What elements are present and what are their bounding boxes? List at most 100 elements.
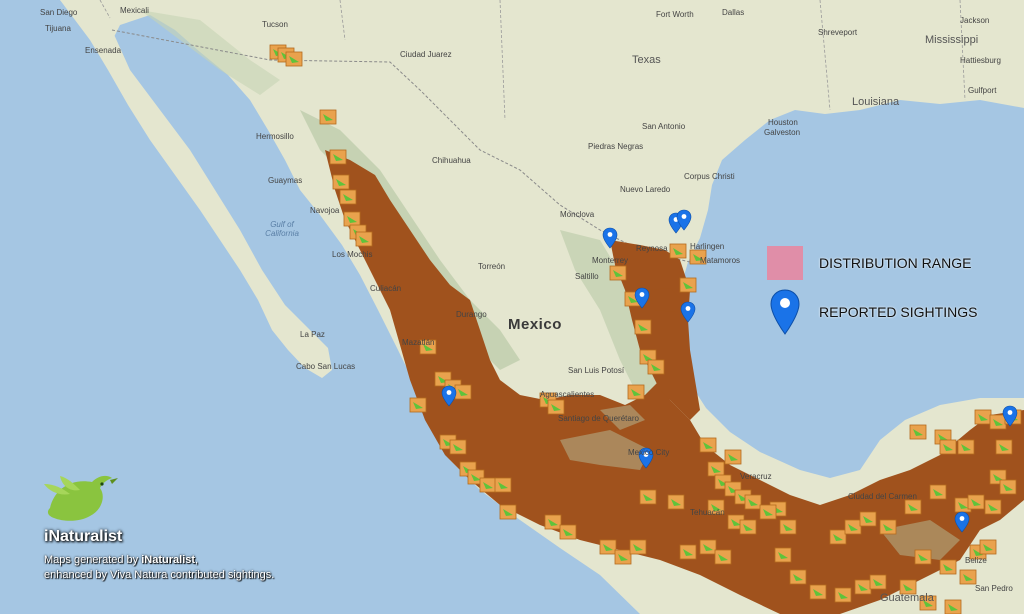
credit-brand: iNaturalist	[141, 554, 196, 566]
observation-marker[interactable]	[774, 547, 792, 563]
observation-marker[interactable]	[559, 524, 577, 540]
label-durango: Durango	[456, 310, 487, 319]
label-san-luis-potosi: San Luis Potosí	[568, 366, 625, 375]
map-legend: DISTRIBUTION RANGE REPORTED SIGHTINGS	[767, 246, 1017, 344]
observation-marker[interactable]	[667, 494, 685, 510]
observation-marker[interactable]	[739, 519, 757, 535]
label-ciudad-juarez: Ciudad Juarez	[400, 50, 452, 59]
label-gulfport: Gulfport	[968, 86, 997, 95]
observation-marker[interactable]	[929, 484, 947, 500]
observation-marker[interactable]	[779, 519, 797, 535]
observation-marker[interactable]	[449, 439, 467, 455]
observation-marker[interactable]	[957, 439, 975, 455]
label-mississippi: Mississippi	[925, 34, 979, 46]
observation-marker[interactable]	[914, 549, 932, 565]
observation-marker[interactable]	[714, 549, 732, 565]
observation-marker[interactable]	[999, 479, 1017, 495]
observation-marker[interactable]	[499, 504, 517, 520]
distribution-swatch	[767, 246, 803, 280]
inaturalist-wordmark: iNaturalist	[44, 528, 123, 545]
observation-marker[interactable]	[332, 174, 350, 190]
observation-marker[interactable]	[939, 559, 957, 575]
label-ensenada: Ensenada	[85, 46, 122, 55]
observation-marker[interactable]	[609, 265, 627, 281]
observation-marker[interactable]	[879, 519, 897, 535]
label-san-diego: San Diego	[40, 8, 78, 17]
observation-marker[interactable]	[944, 599, 962, 614]
observation-marker[interactable]	[759, 504, 777, 520]
observation-marker[interactable]	[979, 539, 997, 555]
observation-marker[interactable]	[339, 189, 357, 205]
observation-marker[interactable]	[789, 569, 807, 585]
label-harlingen: Harlingen	[690, 242, 725, 251]
observation-marker[interactable]	[974, 409, 992, 425]
observation-marker[interactable]	[679, 277, 697, 293]
observation-marker[interactable]	[744, 494, 762, 510]
observation-marker[interactable]	[834, 587, 852, 603]
observation-marker[interactable]	[494, 477, 512, 493]
observation-marker[interactable]	[699, 437, 717, 453]
observation-marker[interactable]	[627, 384, 645, 400]
label-corpus-christi: Corpus Christi	[684, 172, 735, 181]
observation-marker[interactable]	[699, 539, 717, 555]
observation-marker[interactable]	[984, 499, 1002, 515]
observation-marker[interactable]	[355, 231, 373, 247]
observation-marker[interactable]	[989, 414, 1007, 430]
observation-marker[interactable]	[629, 539, 647, 555]
label-hermosillo: Hermosillo	[256, 132, 294, 141]
observation-marker[interactable]	[409, 397, 427, 413]
label-matamoros: Matamoros	[700, 256, 741, 265]
label-mazatlan: Mazatlán	[402, 338, 435, 347]
observation-marker[interactable]	[707, 461, 725, 477]
observation-marker[interactable]	[904, 499, 922, 515]
observation-marker[interactable]	[967, 494, 985, 510]
label-monterrey: Monterrey	[592, 256, 629, 265]
observation-marker[interactable]	[647, 359, 665, 375]
observation-marker[interactable]	[479, 477, 497, 493]
inaturalist-bird-logo-icon	[44, 475, 118, 521]
observation-marker[interactable]	[724, 449, 742, 465]
observation-marker[interactable]	[599, 539, 617, 555]
observation-marker[interactable]	[614, 549, 632, 565]
observation-marker[interactable]	[329, 149, 347, 165]
observation-marker[interactable]	[854, 579, 872, 595]
label-cabo-san-lucas: Cabo San Lucas	[296, 362, 356, 371]
observation-marker[interactable]	[639, 489, 657, 505]
observation-marker[interactable]	[285, 51, 303, 67]
observation-marker[interactable]	[909, 424, 927, 440]
observation-marker[interactable]	[634, 319, 652, 335]
label-saltillo: Saltillo	[575, 272, 599, 281]
label-texas: Texas	[632, 54, 661, 66]
label-guaymas: Guaymas	[268, 176, 303, 185]
credit-comma: ,	[195, 554, 199, 566]
credit-line2: enhanced by Viva Natura contributed sigh…	[44, 569, 275, 581]
label-guatemala: Guatemala	[880, 592, 934, 604]
observation-marker[interactable]	[343, 211, 361, 227]
observation-marker[interactable]	[869, 574, 887, 590]
observation-marker[interactable]	[544, 514, 562, 530]
observation-marker[interactable]	[809, 584, 827, 600]
label-dallas: Dallas	[722, 8, 745, 17]
label-chihuahua: Chihuahua	[432, 156, 471, 165]
observation-marker[interactable]	[679, 544, 697, 560]
label-monclova: Monclova	[560, 210, 595, 219]
label-reynosa: Reynosa	[636, 244, 668, 253]
map-credit: Maps generated by iNaturalist, enhanced …	[44, 553, 274, 583]
observation-marker[interactable]	[547, 399, 565, 415]
label-los-mochis: Los Mochis	[332, 250, 373, 259]
observation-marker[interactable]	[454, 384, 472, 400]
label-veracruz: Veracruz	[740, 472, 772, 481]
observation-marker[interactable]	[995, 439, 1013, 455]
observation-marker[interactable]	[829, 529, 847, 545]
label-aguascalientes: Aguascalientes	[540, 390, 595, 399]
label-san-antonio: San Antonio	[642, 122, 686, 131]
label-hattiesburg: Hattiesburg	[960, 56, 1001, 65]
observation-marker[interactable]	[844, 519, 862, 535]
observation-marker[interactable]	[319, 109, 337, 125]
observation-marker[interactable]	[959, 569, 977, 585]
observation-marker[interactable]	[859, 511, 877, 527]
observation-marker[interactable]	[939, 439, 957, 455]
label-gulf-of-california: Gulf of California	[265, 220, 299, 238]
label-tehuacan: Tehuacán	[690, 508, 725, 517]
observation-marker[interactable]	[669, 243, 687, 259]
